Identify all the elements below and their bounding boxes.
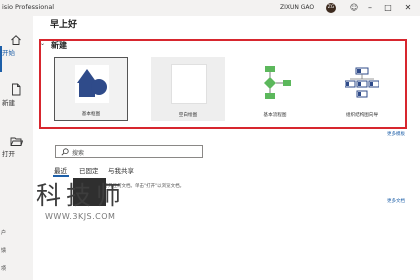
watermark-text: 科技师 (36, 181, 127, 210)
template-label: 基本框图 (81, 112, 101, 117)
search-icon (61, 148, 69, 156)
minimize-icon[interactable]: – (364, 2, 376, 14)
template-label: 基本流程图 (263, 113, 287, 118)
watermark-url: WWW.3KJS.COM (45, 212, 116, 221)
template-label: 组织结构图向导 (345, 113, 379, 118)
avatar[interactable]: ZG (326, 3, 336, 13)
template-basic-diagram[interactable]: 基本框图 (54, 57, 128, 121)
flowchart-icon (258, 64, 292, 102)
basic-shapes-icon (75, 65, 109, 103)
title-bar: isio Professional ZIXUN GAO ZG ☺ – □ ✕ (0, 0, 420, 16)
sidebar-item-new[interactable]: 新建 (0, 83, 32, 107)
page-title: 早上好 (50, 20, 78, 30)
home-icon (0, 34, 32, 46)
sidebar-item-feedback[interactable]: 馈 (1, 247, 6, 254)
tab-recent[interactable]: 最近 (54, 165, 67, 175)
tab-shared[interactable]: 与我共享 (108, 165, 134, 175)
sidebar-item-label: 新建 (2, 99, 15, 107)
user-name[interactable]: ZIXUN GAO (280, 4, 314, 11)
search-input[interactable]: 搜索 (55, 145, 203, 158)
template-label: 空白绘图 (178, 113, 198, 118)
sidebar: 开始 新建 打开 户 馈 项 (0, 16, 32, 280)
template-org-chart-wizard[interactable]: 组织结构图向导 (325, 57, 399, 121)
app-title: isio Professional (2, 3, 55, 11)
blank-page-icon (171, 64, 207, 104)
close-icon[interactable]: ✕ (402, 2, 414, 14)
new-file-icon (0, 83, 32, 96)
sidebar-item-options[interactable]: 项 (1, 265, 6, 272)
more-files-link[interactable]: 更多文档 (387, 198, 405, 204)
sidebar-item-label: 打开 (2, 150, 15, 158)
maximize-icon[interactable]: □ (382, 2, 394, 14)
org-chart-icon (345, 64, 379, 102)
folder-open-icon (0, 136, 32, 147)
search-placeholder: 搜索 (72, 150, 85, 157)
more-templates-link[interactable]: 更多模板 (387, 131, 405, 137)
sidebar-item-home[interactable]: 开始 (0, 34, 32, 57)
sidebar-item-label: 开始 (2, 49, 15, 57)
template-blank-drawing[interactable]: 空白绘图 (151, 57, 225, 121)
emoji-icon[interactable]: ☺ (348, 2, 360, 14)
sidebar-item-open[interactable]: 打开 (0, 136, 32, 158)
template-basic-flowchart[interactable]: 基本流程图 (238, 57, 312, 121)
tab-pinned[interactable]: 已固定 (79, 165, 99, 175)
sidebar-item-account[interactable]: 户 (1, 229, 6, 236)
